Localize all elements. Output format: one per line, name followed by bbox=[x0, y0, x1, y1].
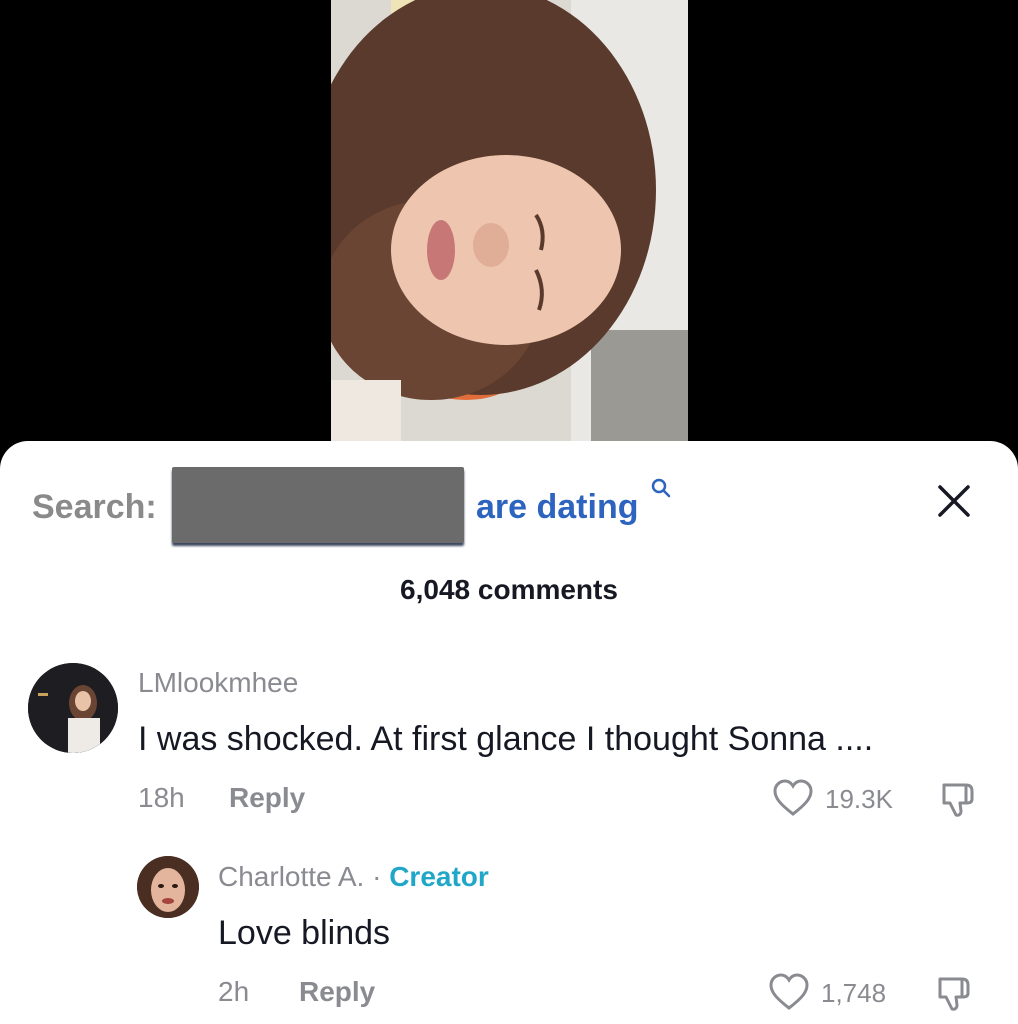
redacted-name-box bbox=[172, 467, 464, 543]
like-count: 19.3K bbox=[825, 784, 893, 814]
comment-text: Love blinds bbox=[218, 914, 391, 952]
comment-time: 2h bbox=[218, 976, 250, 1007]
creator-badge: Creator bbox=[389, 861, 489, 892]
comment-username[interactable]: LMlookmhee bbox=[138, 667, 298, 699]
search-label: Search: bbox=[32, 488, 157, 526]
search-suggestion[interactable]: Search: are dating bbox=[32, 467, 732, 543]
separator-dot: · bbox=[372, 861, 382, 892]
heart-icon[interactable] bbox=[772, 779, 814, 817]
close-icon[interactable] bbox=[934, 481, 974, 521]
search-query-text[interactable]: are dating bbox=[476, 487, 638, 527]
comments-count: 6,048 comments bbox=[400, 574, 618, 605]
reply-button[interactable]: Reply bbox=[229, 782, 305, 814]
video-player[interactable] bbox=[0, 0, 1018, 470]
reply-button[interactable]: Reply bbox=[299, 976, 375, 1008]
comment-text: I was shocked. At first glance I thought… bbox=[138, 720, 874, 758]
dislike-icon[interactable] bbox=[938, 779, 980, 819]
video-thumbnail bbox=[331, 0, 688, 445]
comment-time: 18h bbox=[138, 782, 185, 813]
avatar[interactable] bbox=[137, 856, 199, 918]
reply-author[interactable]: Charlotte A. · Creator bbox=[218, 861, 489, 893]
avatar[interactable] bbox=[28, 663, 118, 753]
comments-sheet: Search: are dating 6,048 comments LMlook… bbox=[0, 441, 1018, 1024]
reply-username[interactable]: Charlotte A. bbox=[218, 861, 364, 892]
dislike-icon[interactable] bbox=[934, 973, 976, 1013]
like-count: 1,748 bbox=[821, 978, 887, 1008]
heart-icon[interactable] bbox=[768, 973, 810, 1011]
search-icon[interactable] bbox=[650, 477, 672, 499]
